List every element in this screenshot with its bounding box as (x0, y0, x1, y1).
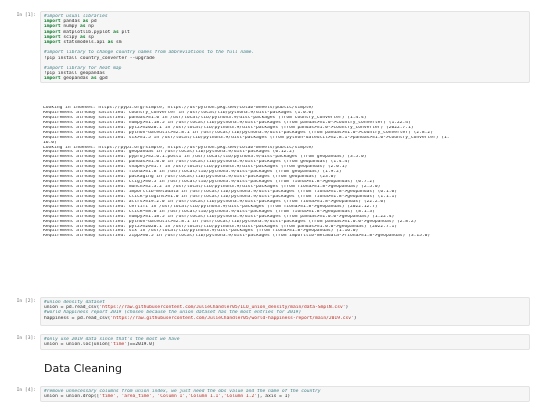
code-editor[interactable]: #union density dataset union = pd.read_cs… (40, 297, 530, 326)
code-line: import geopandas as gpd (44, 76, 108, 82)
notebook: In [1]: #import usual libraries import pa… (0, 0, 540, 405)
cell-prompt: In [2]: (16, 299, 36, 304)
cell-prompt: In [4]: (16, 388, 36, 393)
cell-prompt: In [3]: (16, 336, 36, 341)
code-line: union = union.loc[union['time']==2019.0] (44, 342, 155, 348)
code-editor[interactable]: #remove unnecessary columns from union i… (40, 386, 530, 402)
section-heading: Data Cleaning (44, 362, 122, 375)
code-editor[interactable]: #import usual libraries import pandas as … (40, 11, 530, 83)
code-line: happiness = pd.read_csv('https://raw.git… (44, 315, 357, 321)
cell-prompt: In [1]: (16, 13, 36, 18)
code-line: union = union.drop(['time', 'area_time',… (44, 394, 291, 400)
code-editor[interactable]: #only use 2019 data since that's the mos… (40, 334, 530, 350)
output-line: Requirement already satisfied: zipp>=0.5… (43, 234, 431, 239)
cell-output: Looking in indexes: https://pypi.org/sim… (43, 106, 530, 239)
